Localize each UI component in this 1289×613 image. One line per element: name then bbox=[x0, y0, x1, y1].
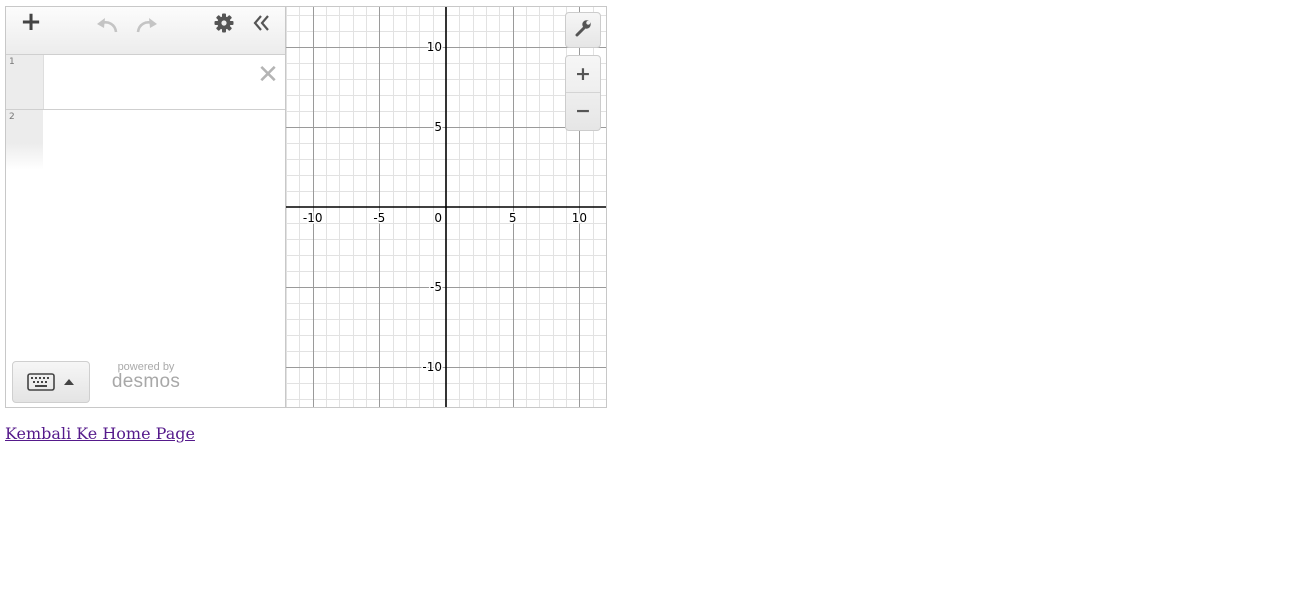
graph-canvas[interactable]: -10 -5 5 10 10 5 -5 -10 0 bbox=[286, 7, 606, 407]
graph-paper[interactable]: -10 -5 5 10 10 5 -5 -10 0 bbox=[286, 7, 606, 407]
plus-icon: + bbox=[20, 7, 42, 37]
expression-gutter: 2 bbox=[6, 110, 43, 170]
axes bbox=[286, 7, 606, 407]
plus-icon: + bbox=[575, 63, 591, 85]
x-tick-label: 5 bbox=[509, 211, 517, 225]
zoom-controls: + − bbox=[565, 55, 601, 131]
add-item-button[interactable]: + bbox=[16, 7, 46, 37]
redo-icon bbox=[136, 18, 157, 33]
gear-icon bbox=[214, 13, 234, 33]
origin-label: 0 bbox=[434, 211, 442, 225]
expression-gutter: 1 bbox=[6, 55, 44, 109]
zoom-in-button[interactable]: + bbox=[566, 56, 600, 93]
y-tick-label: -10 bbox=[422, 360, 442, 374]
home-page-link[interactable]: Kembali Ke Home Page bbox=[5, 424, 195, 443]
wrench-icon bbox=[575, 20, 591, 37]
collapse-panel-button[interactable] bbox=[248, 9, 276, 37]
desmos-branding[interactable]: powered by desmos bbox=[106, 361, 186, 393]
x-tick-label: -10 bbox=[303, 211, 323, 225]
desmos-logo: desmos bbox=[111, 371, 181, 392]
expression-toolbar: + bbox=[6, 7, 285, 55]
y-tick-label: -5 bbox=[430, 280, 442, 294]
expression-number: 2 bbox=[9, 112, 15, 122]
x-tick-label: -5 bbox=[373, 211, 385, 225]
graphing-calculator: + 1 ✕ 2 powered by desmos -10 -5 5 10 10… bbox=[5, 6, 607, 408]
caret-up-icon bbox=[64, 379, 74, 385]
redo-button[interactable] bbox=[132, 11, 160, 39]
keyboard-toggle-button[interactable] bbox=[12, 361, 90, 403]
keyboard-icon bbox=[27, 373, 55, 391]
minus-icon: − bbox=[575, 100, 591, 122]
expression-item[interactable]: 1 ✕ bbox=[6, 55, 285, 110]
double-chevron-left-icon bbox=[253, 15, 269, 31]
delete-expression-button[interactable]: ✕ bbox=[256, 60, 280, 90]
settings-button[interactable] bbox=[210, 9, 238, 37]
expression-panel: + 1 ✕ 2 powered by desmos bbox=[6, 7, 286, 407]
undo-icon bbox=[97, 18, 118, 33]
y-tick-label: 5 bbox=[434, 120, 442, 134]
expression-number: 1 bbox=[9, 57, 15, 67]
x-tick-label: 10 bbox=[572, 211, 587, 225]
graph-settings-button[interactable] bbox=[565, 12, 601, 48]
close-icon: ✕ bbox=[257, 60, 279, 90]
zoom-out-button[interactable]: − bbox=[566, 93, 600, 129]
expression-item[interactable]: 2 bbox=[6, 110, 285, 170]
undo-button[interactable] bbox=[94, 11, 122, 39]
y-tick-label: 10 bbox=[427, 40, 442, 54]
